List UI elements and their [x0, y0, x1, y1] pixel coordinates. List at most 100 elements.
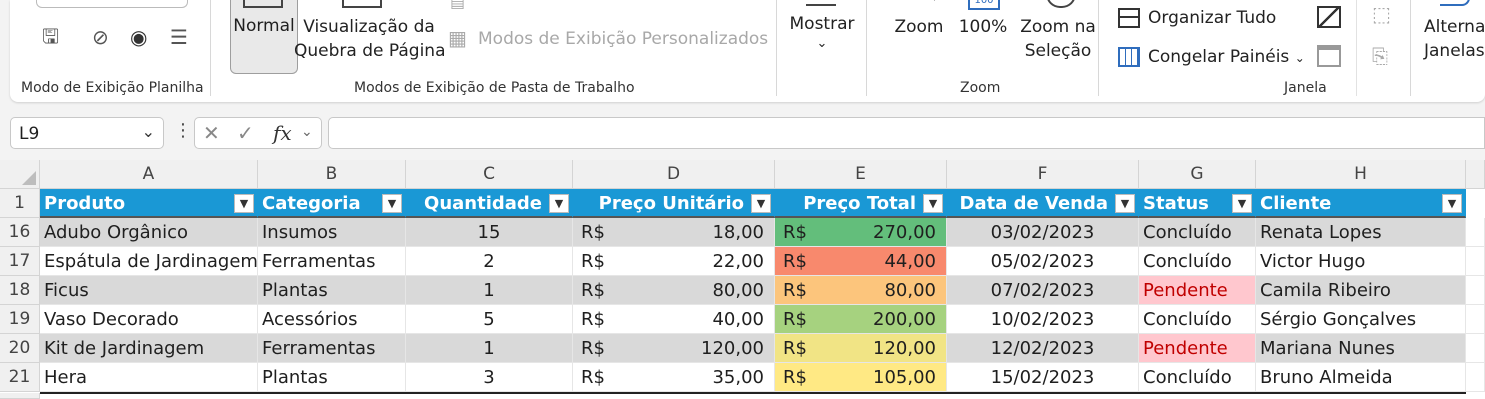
cell-preco-total[interactable]: R$ 270,00 [775, 218, 947, 247]
column-header-a[interactable]: A [40, 160, 258, 189]
filter-dropdown-icon[interactable]: ▼ [1442, 194, 1462, 213]
column-header-i[interactable] [1466, 160, 1485, 189]
row-header[interactable]: 21 [0, 363, 40, 392]
cell-categoria[interactable]: Plantas [258, 276, 406, 305]
page-break-view-button[interactable]: Visualização da Quebra de Página [294, 15, 445, 63]
cell-empty[interactable] [1466, 305, 1485, 334]
cell-quantidade[interactable]: 3 [406, 363, 573, 392]
chevron-down-icon[interactable]: ⌄ [301, 124, 313, 140]
cell-cliente[interactable]: Sérgio Gonçalves [1256, 305, 1466, 334]
cell-empty[interactable] [1466, 363, 1485, 392]
switch-windows-button[interactable]: Alterna Janelas [1424, 15, 1485, 63]
sheet-view-dropdown[interactable] [36, 0, 188, 8]
filter-dropdown-icon[interactable]: ▼ [1232, 194, 1252, 213]
cell-status[interactable]: Pendente [1139, 276, 1256, 305]
exit-view-icon[interactable]: ⊘ [92, 27, 109, 47]
cell-produto[interactable]: Vaso Decorado [40, 305, 258, 334]
zoom-selection-button[interactable]: Zoom na Seleção [1014, 15, 1102, 63]
options-list-icon[interactable]: ☰ [170, 27, 188, 47]
cell-status[interactable]: Concluído [1139, 363, 1256, 392]
table-header-cell[interactable]: Quantidade ▼ [406, 189, 573, 218]
cell-cliente[interactable]: Mariana Nunes [1256, 334, 1466, 363]
cell-produto[interactable]: Kit de Jardinagem [40, 334, 258, 363]
cell-produto[interactable]: Hera [40, 363, 258, 392]
cell-categoria[interactable]: Insumos [258, 218, 406, 247]
cell-preco-total[interactable]: R$ 120,00 [775, 334, 947, 363]
zoom-100-button[interactable]: 100% [954, 15, 1012, 39]
column-header-b[interactable]: B [258, 160, 406, 189]
name-box[interactable]: L9 ⌄ [10, 117, 164, 149]
cell-produto[interactable]: Adubo Orgânico [40, 218, 258, 247]
hide-window-icon[interactable] [1317, 45, 1341, 67]
cell-categoria[interactable]: Ferramentas [258, 334, 406, 363]
column-header-g[interactable]: G [1139, 160, 1256, 189]
row-header[interactable]: 17 [0, 247, 40, 276]
cell-empty[interactable] [1466, 334, 1485, 363]
select-all-corner[interactable] [0, 160, 40, 189]
column-header-c[interactable]: C [406, 160, 573, 189]
cell-cliente[interactable]: Renata Lopes [1256, 218, 1466, 247]
cell-categoria[interactable]: Ferramentas [258, 247, 406, 276]
cell-quantidade[interactable]: 1 [406, 276, 573, 305]
more-options-icon[interactable]: ⋮ [174, 120, 192, 141]
split-icon[interactable] [1317, 6, 1341, 28]
cell-status[interactable]: Concluído [1139, 218, 1256, 247]
table-header-cell[interactable]: Status ▼ [1139, 189, 1256, 218]
row-header[interactable]: 18 [0, 276, 40, 305]
cell-preco-unitario[interactable]: R$ 22,00 [573, 247, 775, 276]
enter-icon[interactable]: ✓ [237, 121, 254, 145]
cell-preco-unitario[interactable]: R$ 40,00 [573, 305, 775, 334]
cell-quantidade[interactable]: 5 [406, 305, 573, 334]
cell-preco-total[interactable]: R$ 200,00 [775, 305, 947, 334]
custom-views-button[interactable]: Modos de Exibição Personalizados [478, 27, 768, 51]
view-side-by-side-icon[interactable]: ⬚ [1372, 4, 1391, 24]
cell-data-venda[interactable]: 15/02/2023 [947, 363, 1139, 392]
cell-status[interactable]: Pendente [1139, 334, 1256, 363]
insert-function-icon[interactable]: fx [273, 121, 292, 145]
column-header-h[interactable]: H [1256, 160, 1466, 189]
filter-dropdown-icon[interactable]: ▼ [382, 194, 402, 213]
row-header[interactable]: 1 [0, 189, 40, 218]
cancel-icon[interactable]: ✕ [203, 121, 220, 145]
filter-dropdown-icon[interactable]: ▼ [751, 194, 771, 213]
row-header[interactable]: 16 [0, 218, 40, 247]
row-header[interactable] [0, 393, 40, 399]
table-header-cell[interactable]: Data de Venda ▼ [947, 189, 1139, 218]
formula-input[interactable] [328, 117, 1485, 149]
cell-categoria[interactable]: Acessórios [258, 305, 406, 334]
table-header-cell[interactable]: Preço Unitário ▼ [573, 189, 775, 218]
zoom-button[interactable]: Zoom [884, 15, 954, 39]
cell-data-venda[interactable]: 10/02/2023 [947, 305, 1139, 334]
cell-quantidade[interactable]: 15 [406, 218, 573, 247]
table-header-cell[interactable]: Preço Total ▼ [775, 189, 947, 218]
row-header[interactable]: 19 [0, 305, 40, 334]
table-header-cell[interactable]: Cliente ▼ [1256, 189, 1466, 218]
keep-view-icon[interactable]: 🖫 [42, 26, 59, 46]
cell-preco-unitario[interactable]: R$ 35,00 [573, 363, 775, 392]
cell-status[interactable]: Concluído [1139, 305, 1256, 334]
cell-produto[interactable]: Espátula de Jardinagem [40, 247, 258, 276]
cell-data-venda[interactable]: 05/02/2023 [947, 247, 1139, 276]
column-header-e[interactable]: E [775, 160, 947, 189]
table-header-cell[interactable]: Produto ▼ [40, 189, 258, 218]
cell-cliente[interactable]: Bruno Almeida [1256, 363, 1466, 392]
column-header-f[interactable]: F [947, 160, 1139, 189]
row-header[interactable]: 20 [0, 334, 40, 363]
show-button[interactable]: Mostrar ⌄ [780, 12, 864, 52]
filter-dropdown-icon[interactable]: ▼ [1115, 194, 1135, 213]
cell-cliente[interactable]: Camila Ribeiro [1256, 276, 1466, 305]
normal-view-button[interactable]: Normal [230, 0, 298, 74]
table-header-cell[interactable]: Categoria ▼ [258, 189, 406, 218]
arrange-all-button[interactable]: Organizar Tudo [1148, 6, 1276, 30]
chevron-down-icon[interactable]: ⌄ [142, 122, 155, 141]
cell-cliente[interactable]: Victor Hugo [1256, 247, 1466, 276]
cell-data-venda[interactable]: 07/02/2023 [947, 276, 1139, 305]
cell-categoria[interactable]: Plantas [258, 363, 406, 392]
cell-status[interactable]: Concluído [1139, 247, 1256, 276]
cell-preco-unitario[interactable]: R$ 80,00 [573, 276, 775, 305]
filter-dropdown-icon[interactable]: ▼ [549, 194, 569, 213]
filter-dropdown-icon[interactable]: ▼ [234, 194, 254, 213]
new-view-icon[interactable]: ◉ [130, 27, 147, 47]
cell-preco-total[interactable]: R$ 44,00 [775, 247, 947, 276]
filter-dropdown-icon[interactable]: ▼ [923, 194, 943, 213]
